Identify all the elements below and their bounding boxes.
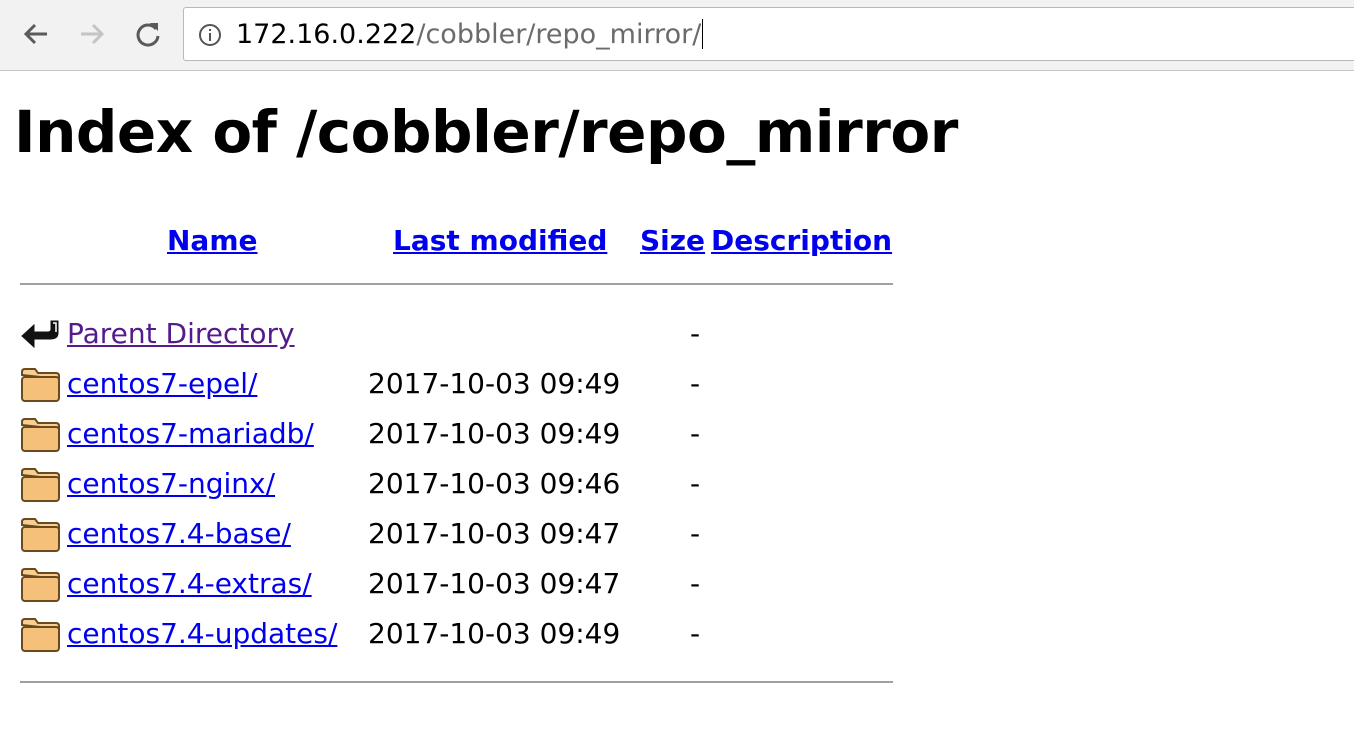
- browser-toolbar: 172.16.0.222/cobbler/repo_mirror/: [0, 0, 1354, 71]
- table-row: centos7.4-base/ 2017-10-03 09:47 -: [20, 509, 894, 559]
- back-button[interactable]: [18, 16, 54, 52]
- forward-button[interactable]: [74, 16, 110, 52]
- folder-icon: [21, 368, 60, 402]
- folder-link[interactable]: centos7.4-extras/: [67, 559, 312, 609]
- sort-by-size-link[interactable]: Size: [640, 224, 705, 257]
- url-host: 172.16.0.222: [236, 19, 417, 50]
- folder-link[interactable]: centos7.4-base/: [67, 509, 291, 559]
- folder-icon: [21, 418, 60, 452]
- sort-by-date-link[interactable]: Last modified: [393, 224, 607, 257]
- row-date: 2017-10-03 09:46: [368, 467, 621, 500]
- folder-icon: [21, 468, 60, 502]
- row-size: -: [690, 617, 701, 650]
- text-caret: [702, 19, 704, 49]
- reload-icon: [136, 23, 160, 47]
- folder-icon: [21, 618, 60, 652]
- row-date: 2017-10-03 09:49: [368, 417, 621, 450]
- arrow-left-icon: [23, 23, 47, 45]
- header-divider: [20, 283, 893, 285]
- row-size: -: [690, 367, 701, 400]
- column-header-description[interactable]: Description: [711, 216, 892, 266]
- row-size: -: [690, 317, 701, 350]
- column-header-last-modified[interactable]: Last modified: [393, 216, 607, 266]
- folder-link[interactable]: centos7-epel/: [67, 359, 257, 409]
- reload-button[interactable]: [130, 16, 166, 52]
- row-size: -: [690, 567, 701, 600]
- footer-divider: [20, 681, 893, 683]
- row-date: 2017-10-03 09:49: [368, 617, 621, 650]
- arrow-right-icon: [81, 23, 105, 45]
- info-circle-icon[interactable]: [198, 23, 222, 47]
- address-bar[interactable]: 172.16.0.222/cobbler/repo_mirror/: [183, 7, 1354, 61]
- table-row: centos7.4-updates/ 2017-10-03 09:49 -: [20, 609, 894, 659]
- column-header-name[interactable]: Name: [167, 216, 258, 266]
- table-row: centos7-nginx/ 2017-10-03 09:46 -: [20, 459, 894, 509]
- table-row: centos7-epel/ 2017-10-03 09:49 -: [20, 359, 894, 409]
- row-size: -: [690, 517, 701, 550]
- folder-link[interactable]: centos7.4-updates/: [67, 609, 337, 659]
- row-date: 2017-10-03 09:47: [368, 567, 621, 600]
- row-date: 2017-10-03 09:49: [368, 367, 621, 400]
- column-header-size[interactable]: Size: [640, 216, 705, 266]
- folder-icon: [21, 568, 60, 602]
- url-path: /cobbler/repo_mirror/: [416, 19, 702, 50]
- table-row-parent: Parent Directory -: [20, 309, 894, 359]
- sort-by-name-link[interactable]: Name: [167, 224, 258, 257]
- parent-directory-link[interactable]: Parent Directory: [67, 309, 295, 359]
- row-size: -: [690, 467, 701, 500]
- row-date: 2017-10-03 09:47: [368, 517, 621, 550]
- back-arrow-icon: [21, 320, 59, 349]
- folder-icon: [21, 518, 60, 552]
- url-text[interactable]: 172.16.0.222/cobbler/repo_mirror/: [236, 19, 704, 51]
- folder-link[interactable]: centos7-nginx/: [67, 459, 275, 509]
- folder-link[interactable]: centos7-mariadb/: [67, 409, 314, 459]
- row-size: -: [690, 417, 701, 450]
- sort-by-description-link[interactable]: Description: [711, 224, 892, 257]
- table-row: centos7-mariadb/ 2017-10-03 09:49 -: [20, 409, 894, 459]
- page-title: Index of /cobbler/repo_mirror: [14, 98, 958, 166]
- table-row: centos7.4-extras/ 2017-10-03 09:47 -: [20, 559, 894, 609]
